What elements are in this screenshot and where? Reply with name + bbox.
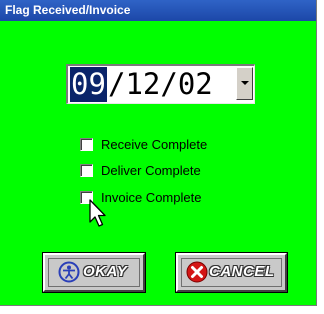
date-picker[interactable]: 09 /12/02 xyxy=(66,64,255,104)
invoice-complete-label[interactable]: Invoice Complete xyxy=(101,190,201,206)
date-month-segment[interactable]: 09 xyxy=(70,67,107,102)
x-circle-icon xyxy=(186,261,208,283)
window-title: Flag Received/Invoice xyxy=(0,0,316,21)
deliver-complete-label[interactable]: Deliver Complete xyxy=(101,163,201,179)
receive-complete-label[interactable]: Receive Complete xyxy=(101,137,207,153)
okay-button[interactable]: OKAY xyxy=(42,252,146,293)
receive-complete-checkbox[interactable] xyxy=(80,138,93,151)
deliver-complete-checkbox[interactable] xyxy=(80,164,93,177)
date-dropdown-button[interactable] xyxy=(236,67,253,100)
chevron-down-icon xyxy=(241,81,249,85)
mouse-pointer-icon xyxy=(89,199,106,227)
okay-button-label: OKAY xyxy=(83,263,128,280)
date-day-year-segment[interactable]: /12/02 xyxy=(108,67,213,102)
cancel-button[interactable]: CANCEL xyxy=(175,252,288,293)
cancel-button-label: CANCEL xyxy=(209,263,275,280)
flag-received-invoice-dialog: Flag Received/Invoice 09 /12/02 Receive … xyxy=(0,0,317,306)
person-circle-icon xyxy=(58,261,80,283)
